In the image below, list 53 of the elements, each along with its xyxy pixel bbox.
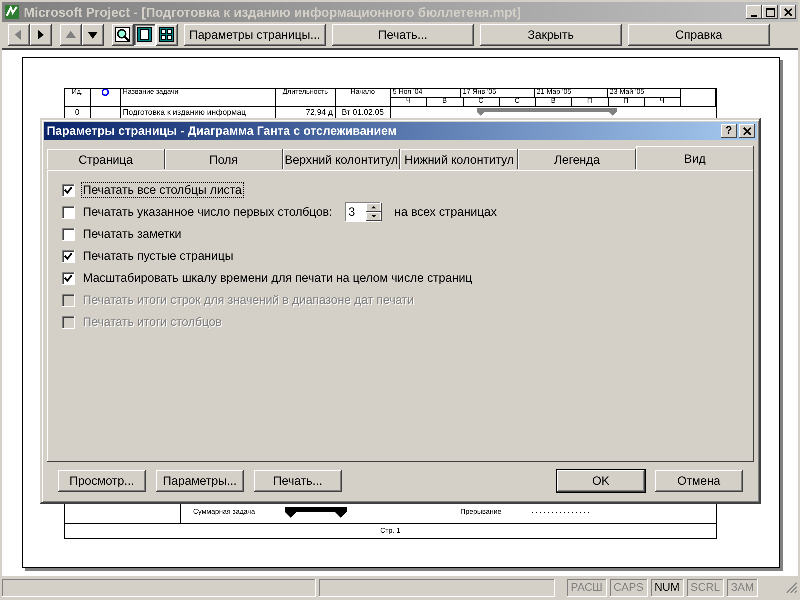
dialog-button[interactable]: Просмотр... — [58, 470, 146, 492]
status-indicator: РАСШ — [567, 579, 607, 597]
checkbox-label[interactable]: Печатать пустые страницы — [81, 248, 236, 264]
minimize-button[interactable] — [746, 5, 762, 19]
close-icon — [784, 8, 792, 16]
summary-bar-sample — [285, 506, 348, 518]
checkbox-label: Печатать итоги столбцов — [82, 314, 224, 330]
close-button[interactable] — [780, 5, 796, 19]
checkbox-label[interactable]: Масштабировать шкалу времени для печати на целом числе страниц — [81, 270, 474, 286]
dialog-button[interactable]: Печать... — [254, 470, 342, 492]
checkbox[interactable] — [62, 206, 75, 218]
checkbox[interactable] — [62, 250, 75, 262]
ok-button[interactable]: OK — [557, 470, 645, 492]
tab[interactable]: Вид — [636, 146, 754, 170]
status-indicator: SCRL — [686, 579, 724, 597]
dialog-button[interactable]: Параметры... — [156, 470, 244, 492]
minimize-icon — [751, 14, 757, 16]
dialog-title: Параметры страницы - Диаграмма Ганта с отслеживанием — [47, 124, 398, 138]
close-button[interactable] — [739, 124, 755, 138]
toolbar-button[interactable]: Печать... — [332, 24, 474, 46]
number-spinner[interactable]: 3 — [344, 202, 381, 222]
right-arrow-button[interactable] — [30, 24, 52, 46]
checkbox[interactable] — [62, 184, 75, 196]
checkbox[interactable] — [62, 228, 75, 240]
toolbar-button[interactable]: Параметры страницы... — [184, 24, 326, 46]
field-suffix: на всех страницах — [394, 205, 497, 219]
info-icon — [102, 89, 109, 96]
app-icon — [4, 4, 20, 20]
tab[interactable]: Легенда — [518, 149, 636, 169]
status-indicator: NUM — [650, 579, 684, 597]
tab[interactable]: Верхний колонтитул — [282, 149, 400, 169]
cancel-button[interactable]: Отмена — [655, 470, 743, 492]
checkbox-label[interactable]: Печатать указанное число первых столбцов: — [81, 204, 335, 220]
maximize-button[interactable] — [762, 5, 778, 19]
down-arrow-button[interactable] — [82, 24, 104, 46]
toolbar-button[interactable]: Справка — [628, 24, 770, 46]
help-button[interactable]: ? — [721, 124, 737, 138]
close-icon — [742, 126, 752, 136]
checkbox-label[interactable]: Печатать заметки — [81, 226, 184, 242]
checkbox-label[interactable]: Печатать все столбцы листа — [81, 182, 244, 198]
tab[interactable]: Страница — [47, 149, 165, 169]
checkbox-label: Печатать итоги строк для значений в диапазоне дат печати — [82, 292, 416, 308]
tab[interactable]: Поля — [164, 149, 283, 169]
tab[interactable]: Нижний колонтитул — [400, 149, 518, 169]
maximize-icon — [766, 8, 774, 16]
checkbox[interactable] — [62, 272, 75, 284]
resize-grip-icon — [786, 582, 798, 594]
status-indicator: ЗАМ — [727, 579, 758, 597]
one-page-button[interactable] — [134, 24, 156, 46]
zoom-button[interactable] — [112, 24, 134, 46]
multi-page-button[interactable] — [156, 24, 178, 46]
status-indicator: CAPS — [610, 579, 648, 597]
toolbar-button[interactable]: Закрыть — [480, 24, 622, 46]
